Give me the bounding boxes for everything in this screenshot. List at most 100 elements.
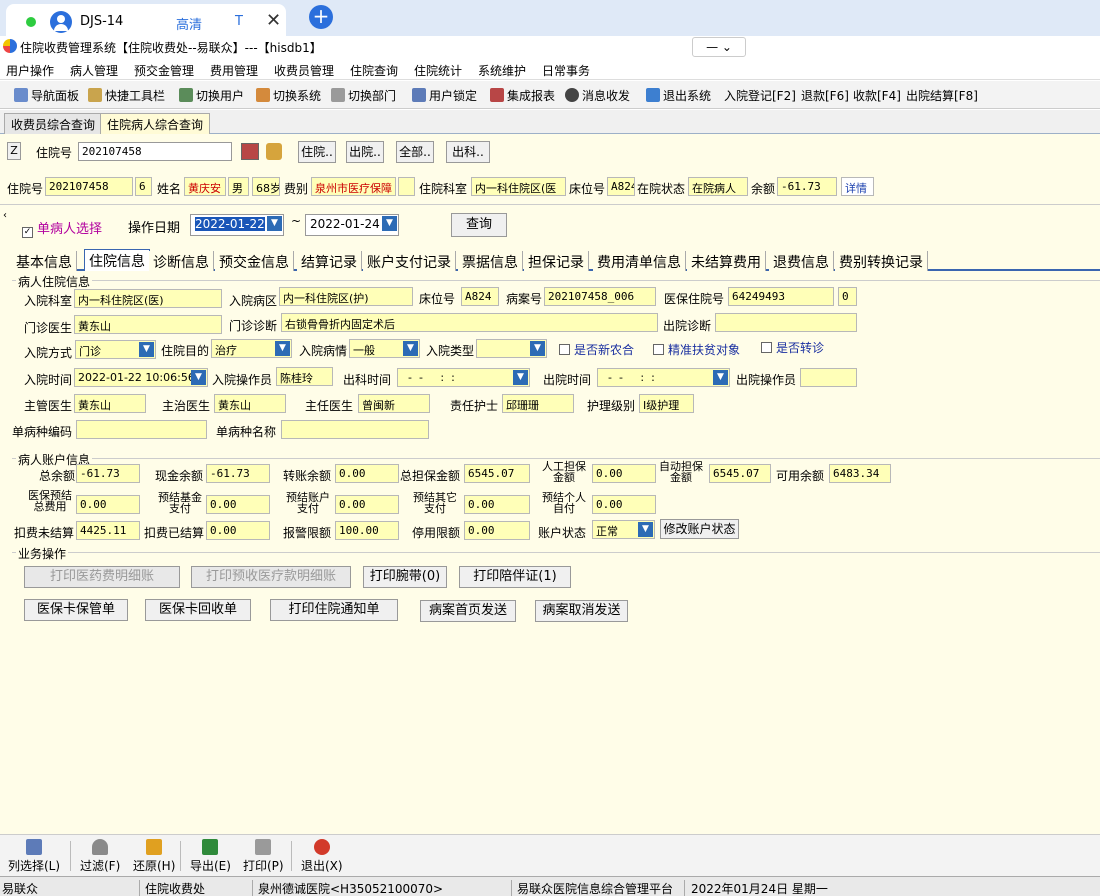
ins-card-return-button[interactable]: 医保卡回收单 <box>145 599 251 621</box>
summary-times: 6 <box>135 177 152 196</box>
chevron-down-icon[interactable]: ▼ <box>713 370 728 385</box>
case-send-button[interactable]: 病案首页发送 <box>420 600 516 622</box>
nav-panel-button[interactable]: 导航面板 <box>14 87 79 104</box>
card-reader-icon[interactable] <box>241 143 259 160</box>
status-hospital: 泉州德诚医院<H35052100070> <box>258 880 512 896</box>
report-button[interactable]: 集成报表 <box>490 87 555 104</box>
manual-guarantee-label: 人工担保金额 <box>542 460 586 484</box>
dept-out-filter-button[interactable]: 出科.. <box>446 141 490 163</box>
print-prepay-detail-button[interactable]: 打印预收医疗款明细账 <box>191 566 351 588</box>
inpatient-filter-button[interactable]: 住院.. <box>298 141 336 163</box>
tab-settlement[interactable]: 结算记录 <box>297 251 362 271</box>
exit-system-button[interactable]: 退出系统 <box>646 87 711 104</box>
tab-patient-query[interactable]: 住院病人综合查询 <box>100 113 211 134</box>
chevron-down-icon[interactable]: ▼ <box>403 341 418 356</box>
out-op-label: 出院操作员 <box>736 373 797 387</box>
tab-deposit[interactable]: 预交金信息 <box>215 251 294 271</box>
adm-way-select[interactable]: 门诊 ▼ <box>75 340 156 359</box>
menu-fee[interactable]: 费用管理 <box>210 62 258 79</box>
case-cancel-send-button[interactable]: 病案取消发送 <box>535 600 628 622</box>
transfer-checkbox[interactable]: 是否转诊 <box>761 339 824 356</box>
column-select-button[interactable]: 列选择(L) <box>8 839 60 874</box>
tab-fee-convert[interactable]: 费别转换记录 <box>835 251 928 271</box>
quick-toolbar-button[interactable]: 快捷工具栏 <box>88 87 165 104</box>
export-button[interactable]: 导出(E) <box>190 839 231 874</box>
single-patient-checkbox[interactable]: ✓ 单病人选择 <box>22 218 102 238</box>
quit-button[interactable]: 退出(X) <box>301 839 343 874</box>
out-time-picker[interactable]: - - : : ▼ <box>597 368 730 387</box>
z-button[interactable]: Z <box>7 142 21 160</box>
adm-time-picker[interactable]: 2022-01-22 10:06:56 ▼ <box>74 368 208 387</box>
menu-query[interactable]: 住院查询 <box>350 62 398 79</box>
cond-select[interactable]: 一般 ▼ <box>349 339 420 358</box>
new-rural-checkbox[interactable]: 是否新农合 <box>559 341 634 358</box>
tab-account-pay[interactable]: 账户支付记录 <box>363 251 456 271</box>
account-status-select[interactable]: 正常 ▼ <box>592 520 655 539</box>
restore-button[interactable]: 还原(H) <box>133 839 175 874</box>
all-filter-button[interactable]: 全部.. <box>396 141 434 163</box>
user-lock-button[interactable]: 用户锁定 <box>412 87 477 104</box>
menu-daily[interactable]: 日常事务 <box>542 62 590 79</box>
tab-fee-list[interactable]: 费用清单信息 <box>593 251 686 271</box>
menu-patient[interactable]: 病人管理 <box>70 62 118 79</box>
detail-button[interactable]: 详情 <box>841 177 874 196</box>
collect-button[interactable]: 收款[F4] <box>853 87 901 104</box>
chevron-down-icon[interactable]: ▼ <box>530 341 545 356</box>
poverty-checkbox[interactable]: 精准扶贫对象 <box>653 341 740 358</box>
out-dept-picker[interactable]: - - : : ▼ <box>397 368 530 387</box>
admission-button[interactable]: 入院登记[F2] <box>724 87 796 104</box>
discharge-button[interactable]: 出院结算[F8] <box>906 87 978 104</box>
chevron-down-icon[interactable]: ▼ <box>382 216 397 231</box>
ins-card-keep-button[interactable]: 医保卡保管单 <box>24 599 128 621</box>
chevron-down-icon[interactable]: ▼ <box>638 522 653 537</box>
close-tab-icon[interactable]: ✕ <box>266 10 281 31</box>
print-admission-notice-button[interactable]: 打印住院通知单 <box>270 599 398 621</box>
menu-cashier[interactable]: 收费员管理 <box>274 62 334 79</box>
switch-dept-button[interactable]: 切换部门 <box>331 87 396 104</box>
t-label[interactable]: T <box>235 14 243 29</box>
tab-invoice[interactable]: 票据信息 <box>458 251 523 271</box>
director-label: 主任医生 <box>305 399 354 413</box>
chevron-down-icon[interactable]: ▼ <box>267 216 282 231</box>
menu-system[interactable]: 系统维护 <box>478 62 526 79</box>
query-button[interactable]: 查询 <box>451 213 507 237</box>
tab-unsettled[interactable]: 未结算费用 <box>687 251 766 271</box>
message-button[interactable]: 消息收发 <box>565 87 630 104</box>
collapse-arrow-icon[interactable]: ‹ <box>3 210 7 221</box>
hosp-no-search-input[interactable] <box>78 142 232 161</box>
switch-user-button[interactable]: 切换用户 <box>179 87 244 104</box>
quality-label[interactable]: 高清 <box>176 14 202 33</box>
modify-account-status-button[interactable]: 修改账户状态 <box>660 519 739 539</box>
tab-inpatient[interactable]: 住院信息 <box>84 249 150 271</box>
browser-tab[interactable]: DJS-14 高清 T ✕ <box>6 4 286 36</box>
refund-button[interactable]: 退款[F6] <box>801 87 849 104</box>
menu-deposit[interactable]: 预交金管理 <box>134 62 194 79</box>
print-button[interactable]: 打印(P) <box>243 839 284 874</box>
nav-panel-icon <box>14 88 28 102</box>
chevron-down-icon[interactable]: ▼ <box>191 370 206 385</box>
date-from-picker[interactable]: 2022-01-22 ▼ <box>190 214 284 236</box>
tab-basic[interactable]: 基本信息 <box>12 251 77 271</box>
chevron-down-icon[interactable]: ▼ <box>139 342 154 357</box>
new-tab-button[interactable]: + <box>309 5 333 29</box>
menu-stats[interactable]: 住院统计 <box>414 62 462 79</box>
print-wristband-button[interactable]: 打印腕带(0) <box>363 566 447 588</box>
print-companion-button[interactable]: 打印陪伴证(1) <box>459 566 571 588</box>
adm-type-select[interactable]: ▼ <box>476 339 547 358</box>
menu-user-ops[interactable]: 用户操作 <box>6 62 54 79</box>
minimize-button[interactable]: — ⌄ <box>692 37 746 57</box>
discharged-filter-button[interactable]: 出院.. <box>346 141 384 163</box>
date-to-picker[interactable]: 2022-01-24 ▼ <box>305 214 399 236</box>
tab-cashier-query[interactable]: 收费员综合查询 <box>4 113 103 134</box>
filter-button[interactable]: 过滤(F) <box>80 839 120 874</box>
switch-system-button[interactable]: 切换系统 <box>256 87 321 104</box>
chevron-down-icon[interactable]: ▼ <box>513 370 528 385</box>
tab-diagnosis[interactable]: 诊断信息 <box>149 251 214 271</box>
tab-refund[interactable]: 退费信息 <box>769 251 834 271</box>
purpose-select[interactable]: 治疗 ▼ <box>211 339 292 358</box>
print-drug-detail-button[interactable]: 打印医药费明细账 <box>24 566 180 588</box>
unsettled-field: 4425.11 <box>76 521 140 540</box>
broom-icon[interactable] <box>266 143 282 160</box>
chevron-down-icon[interactable]: ▼ <box>275 341 290 356</box>
tab-guarantee[interactable]: 担保记录 <box>524 251 589 271</box>
